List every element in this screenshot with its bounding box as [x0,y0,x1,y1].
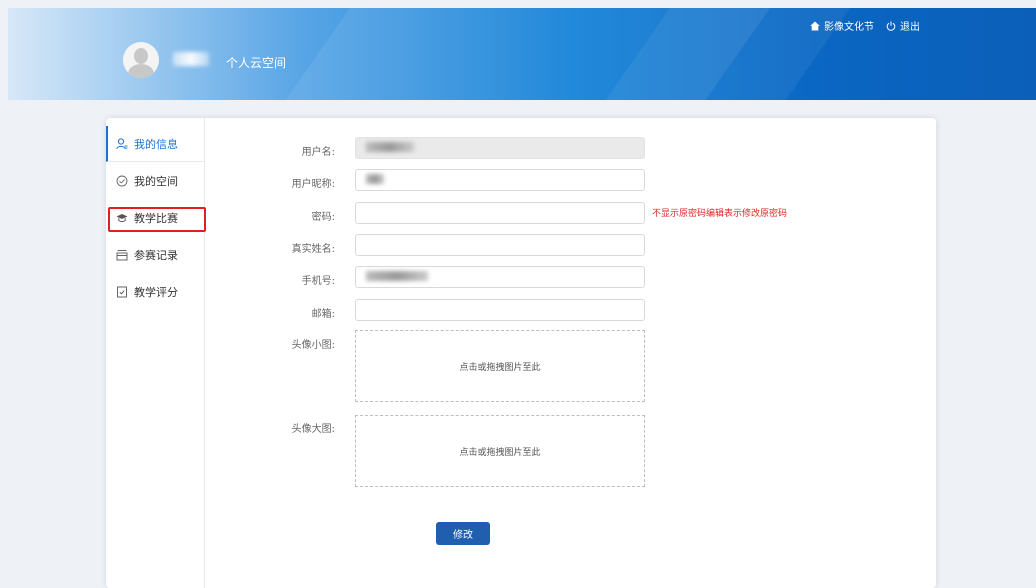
password-hint: 不显示原密码编辑表示修改原密码 [652,209,788,219]
highlight-annotation [108,207,206,232]
password-field[interactable] [355,202,645,224]
username-field [355,137,645,159]
sidebar-item-label: 教学评分 [134,286,178,299]
email-label: 邮箱: [311,309,335,320]
avatar-small-label: 头像小图: [291,340,335,351]
username-blurred [173,52,209,66]
logout-link-label: 退出 [900,22,920,33]
avatar-large-upload[interactable]: 点击或拖拽图片至此 [355,415,645,487]
archive-icon [116,250,128,261]
avatar-large-label: 头像大图: [291,424,335,435]
top-links: 影像文化节 退出 [810,18,920,33]
home-icon [810,21,820,30]
logout-link[interactable]: 退出 [886,18,920,33]
phone-label: 手机号: [301,276,335,287]
power-icon [886,21,896,31]
password-label: 密码: [311,212,335,223]
sidebar-item-my-space[interactable]: 我的空间 [106,163,204,199]
avatar[interactable] [123,42,159,78]
check-circle-icon [116,175,128,187]
realname-field[interactable] [355,234,645,256]
upload-hint: 点击或拖拽图片至此 [459,362,541,373]
nickname-label: 用户昵称: [291,179,335,190]
nickname-field[interactable] [355,169,645,191]
submit-button[interactable]: 修改 [436,522,490,545]
username-label: 用户名: [301,147,335,158]
document-check-icon [117,286,127,298]
festival-link-label: 影像文化节 [824,22,874,33]
avatar-small-upload[interactable]: 点击或拖拽图片至此 [355,330,645,402]
page-header: 个人云空间 影像文化节 退出 [8,8,1036,100]
email-field[interactable] [355,299,645,321]
phone-field[interactable] [355,266,645,288]
sidebar: 我的信息 我的空间 教学比赛 参赛记录 教学评分 [106,118,205,588]
sidebar-item-contest-records[interactable]: 参赛记录 [106,237,204,273]
festival-link[interactable]: 影像文化节 [810,18,874,33]
realname-label: 真实姓名: [291,244,335,255]
sidebar-item-label: 我的空间 [134,175,178,188]
sidebar-item-teaching-scoring[interactable]: 教学评分 [106,274,204,310]
space-title: 个人云空间 [226,56,287,70]
sidebar-item-label: 参赛记录 [134,249,178,262]
sidebar-item-label: 我的信息 [134,137,178,151]
user-icon [116,137,128,149]
sidebar-item-my-info[interactable]: 我的信息 [106,126,204,162]
upload-hint: 点击或拖拽图片至此 [459,447,541,458]
